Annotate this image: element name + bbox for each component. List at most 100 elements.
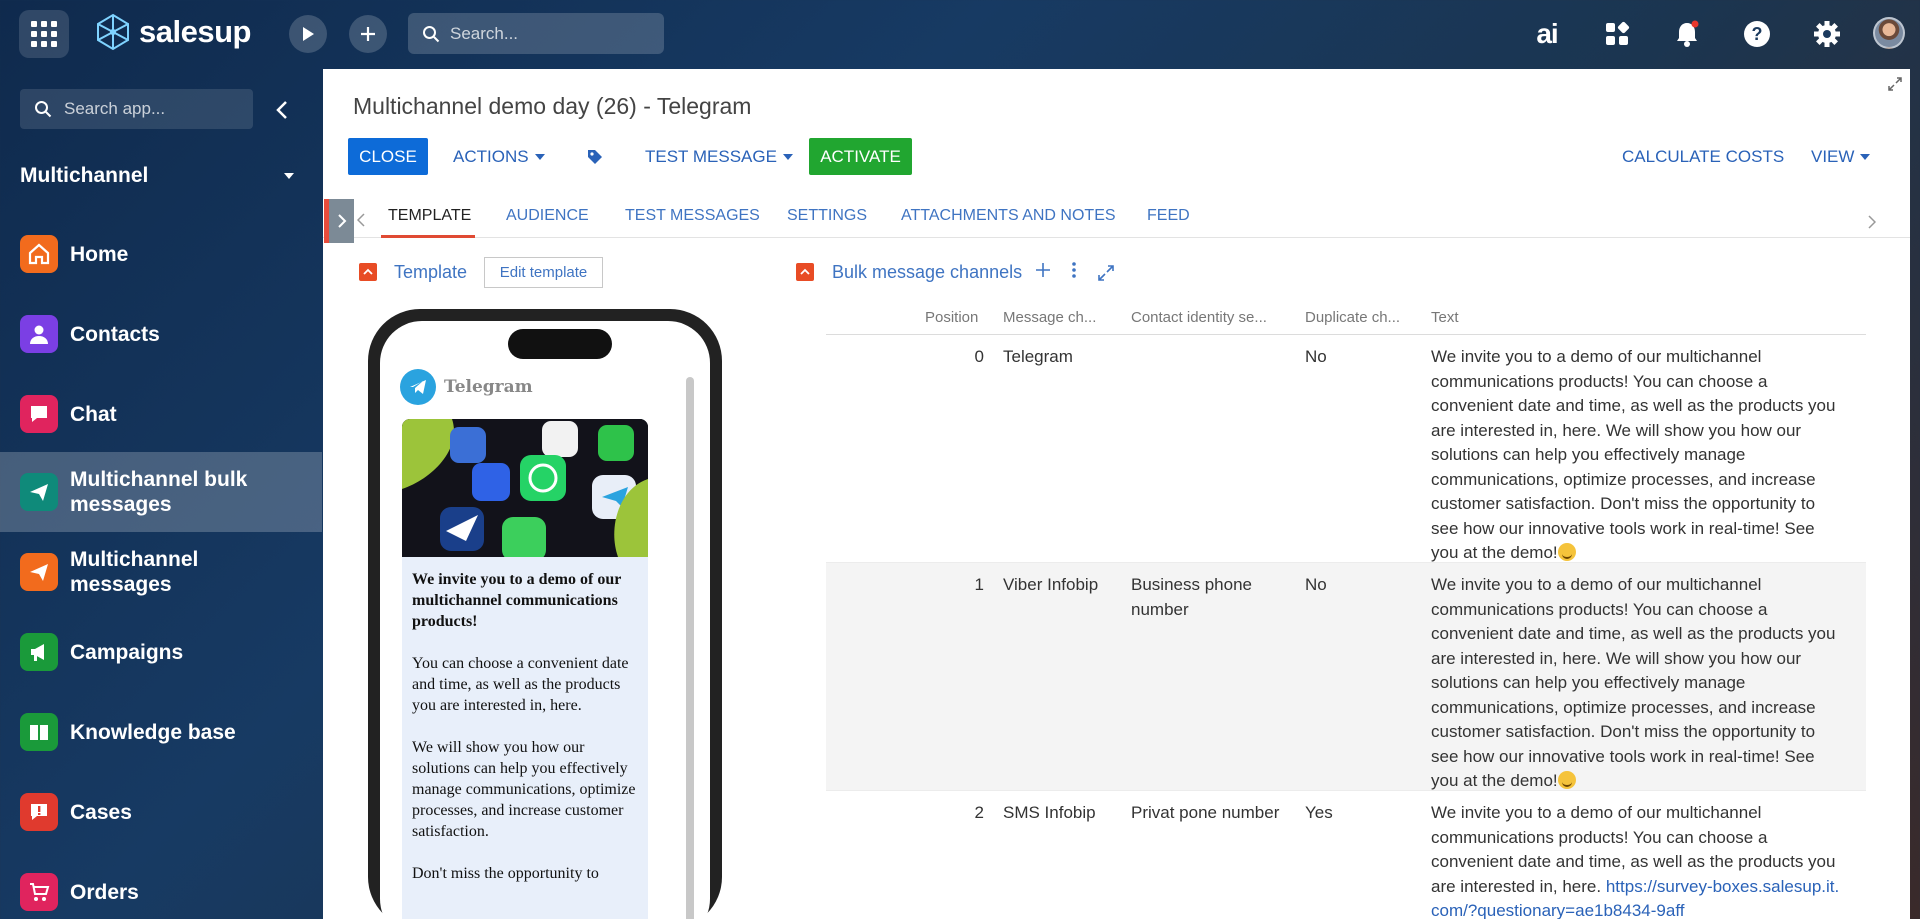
- sidebar-item-multichannel-messages[interactable]: Multichannel messages: [0, 532, 322, 612]
- message-paragraph: Don't miss the opportunity to: [412, 865, 599, 882]
- user-avatar[interactable]: [1873, 17, 1905, 49]
- smile-emoji-icon: [1557, 543, 1576, 561]
- add-channel-button[interactable]: [1034, 259, 1052, 285]
- play-button[interactable]: [289, 15, 327, 53]
- edit-template-button[interactable]: Edit template: [484, 257, 603, 288]
- section-selector[interactable]: Multichannel: [20, 158, 295, 194]
- global-search-input[interactable]: [450, 23, 650, 44]
- tab-test-messages[interactable]: TEST MESSAGES: [625, 207, 760, 225]
- tabs-scroll-left[interactable]: [356, 211, 365, 232]
- section-label: Multichannel: [20, 164, 149, 187]
- app-launcher-button[interactable]: [19, 10, 69, 58]
- expand-channels-button[interactable]: [1098, 261, 1114, 287]
- settings-button[interactable]: [1807, 14, 1847, 54]
- gear-icon: [1814, 21, 1840, 47]
- tabs-scroll-right[interactable]: [1868, 213, 1877, 234]
- message-image: [402, 419, 648, 557]
- ai-button[interactable]: ai: [1527, 14, 1567, 54]
- view-label: VIEW: [1811, 146, 1855, 166]
- cell-position: 1: [974, 575, 984, 594]
- sidebar-item-cases[interactable]: Cases: [0, 788, 322, 836]
- chevron-left-icon: [276, 101, 287, 119]
- tab-audience[interactable]: AUDIENCE: [506, 207, 589, 225]
- channels-menu-button[interactable]: [1071, 259, 1077, 285]
- sidebar-item-knowledge-base[interactable]: Knowledge base: [0, 708, 322, 756]
- send-icon: [20, 553, 58, 591]
- sidebar-item-label: Contacts: [70, 322, 160, 346]
- logo[interactable]: salesup: [93, 12, 251, 52]
- cart-icon: [20, 873, 58, 911]
- sidebar-item-contacts[interactable]: Contacts: [0, 310, 322, 358]
- help-icon: ?: [1744, 21, 1770, 47]
- sidebar-item-orders[interactable]: Orders: [0, 868, 322, 916]
- caret-down-icon: [1860, 153, 1871, 160]
- fullscreen-button[interactable]: [1888, 77, 1902, 96]
- tabs-bar: TEMPLATE AUDIENCE TEST MESSAGES SETTINGS…: [323, 199, 1910, 243]
- sidebar-item-label: Campaigns: [70, 640, 184, 664]
- column-header-text[interactable]: Text: [1431, 309, 1459, 326]
- search-icon: [423, 25, 440, 42]
- sidebar-item-home[interactable]: Home: [0, 230, 322, 278]
- widgets-button[interactable]: [1597, 14, 1637, 54]
- table-row[interactable]: 0 Telegram No We invite you to a demo of…: [826, 335, 1866, 563]
- table-row[interactable]: 2 SMS Infobip Privat pone number Yes We …: [826, 791, 1866, 919]
- tab-template[interactable]: TEMPLATE: [388, 207, 471, 225]
- chevron-up-icon: [363, 268, 373, 275]
- app-search[interactable]: [20, 89, 253, 129]
- grid-icon: [31, 21, 57, 47]
- preview-scrollbar[interactable]: [686, 377, 694, 919]
- page-title: Multichannel demo day (26) - Telegram: [353, 93, 752, 119]
- phone-screen: Telegram We invite you to a demo of our …: [380, 321, 710, 919]
- column-header-contact-identity[interactable]: Contact identity se...: [1131, 309, 1267, 326]
- sidebar-item-label: Knowledge base: [70, 720, 236, 744]
- test-message-label: TEST MESSAGE: [645, 146, 777, 166]
- activate-button[interactable]: ACTIVATE: [809, 138, 912, 175]
- search-icon: [35, 101, 52, 118]
- column-header-position[interactable]: Position: [925, 309, 978, 326]
- column-header-duplicate[interactable]: Duplicate ch...: [1305, 309, 1400, 326]
- play-icon: [303, 27, 314, 41]
- message-paragraph: We will show you how our solutions can h…: [412, 739, 636, 840]
- collapse-sidebar-button[interactable]: [270, 96, 294, 124]
- phone-preview: Telegram We invite you to a demo of our …: [368, 309, 722, 919]
- telegram-icon: [400, 369, 436, 405]
- cell-channel: SMS Infobip: [1003, 803, 1096, 822]
- plus-icon: [361, 27, 375, 41]
- cell-text-content: We invite you to a demo of our multichan…: [1431, 347, 1836, 562]
- actions-dropdown[interactable]: ACTIONS: [453, 138, 545, 175]
- calculate-costs-button[interactable]: CALCULATE COSTS: [1622, 138, 1784, 175]
- channels-collapse-button[interactable]: [796, 263, 814, 281]
- chevron-right-icon: [1868, 215, 1877, 229]
- sidebar-item-multichannel-bulk-messages[interactable]: Multichannel bulk messages: [0, 452, 322, 532]
- sidebar-item-chat[interactable]: Chat: [0, 390, 322, 438]
- notifications-button[interactable]: [1667, 14, 1707, 54]
- view-dropdown[interactable]: VIEW: [1811, 138, 1871, 175]
- global-search[interactable]: [408, 13, 664, 54]
- tag-button[interactable]: [586, 138, 604, 175]
- cell-position: 2: [974, 803, 984, 822]
- toggle-panel-button[interactable]: [324, 199, 354, 243]
- tab-settings[interactable]: SETTINGS: [787, 207, 867, 225]
- table-row[interactable]: 1 Viber Infobip Business phone number No…: [826, 563, 1866, 791]
- telegram-header: Telegram: [400, 369, 533, 405]
- add-button[interactable]: [349, 15, 387, 53]
- widgets-icon: [1606, 21, 1630, 45]
- app-search-input[interactable]: [64, 99, 234, 119]
- close-button[interactable]: CLOSE: [348, 138, 428, 175]
- plus-icon: [1036, 263, 1050, 277]
- logo-network-icon: [97, 13, 129, 51]
- table-header: Position Message ch... Contact identity …: [826, 299, 1866, 335]
- column-header-message-channel[interactable]: Message ch...: [1003, 309, 1096, 326]
- channels-section-title[interactable]: Bulk message channels: [832, 262, 1022, 283]
- test-message-dropdown[interactable]: TEST MESSAGE: [645, 138, 793, 175]
- active-tab-indicator: [381, 235, 475, 238]
- help-button[interactable]: ?: [1737, 14, 1777, 54]
- template-section-title[interactable]: Template: [394, 262, 467, 283]
- tab-attachments-and-notes[interactable]: ATTACHMENTS AND NOTES: [901, 207, 1116, 225]
- cell-contact-identity: Privat pone number: [1131, 803, 1280, 822]
- message-heading: We invite you to a demo of our multichan…: [412, 571, 622, 630]
- sidebar-item-campaigns[interactable]: Campaigns: [0, 628, 322, 676]
- tab-feed[interactable]: FEED: [1147, 207, 1190, 225]
- template-collapse-button[interactable]: [359, 263, 377, 281]
- chat-icon: [20, 395, 58, 433]
